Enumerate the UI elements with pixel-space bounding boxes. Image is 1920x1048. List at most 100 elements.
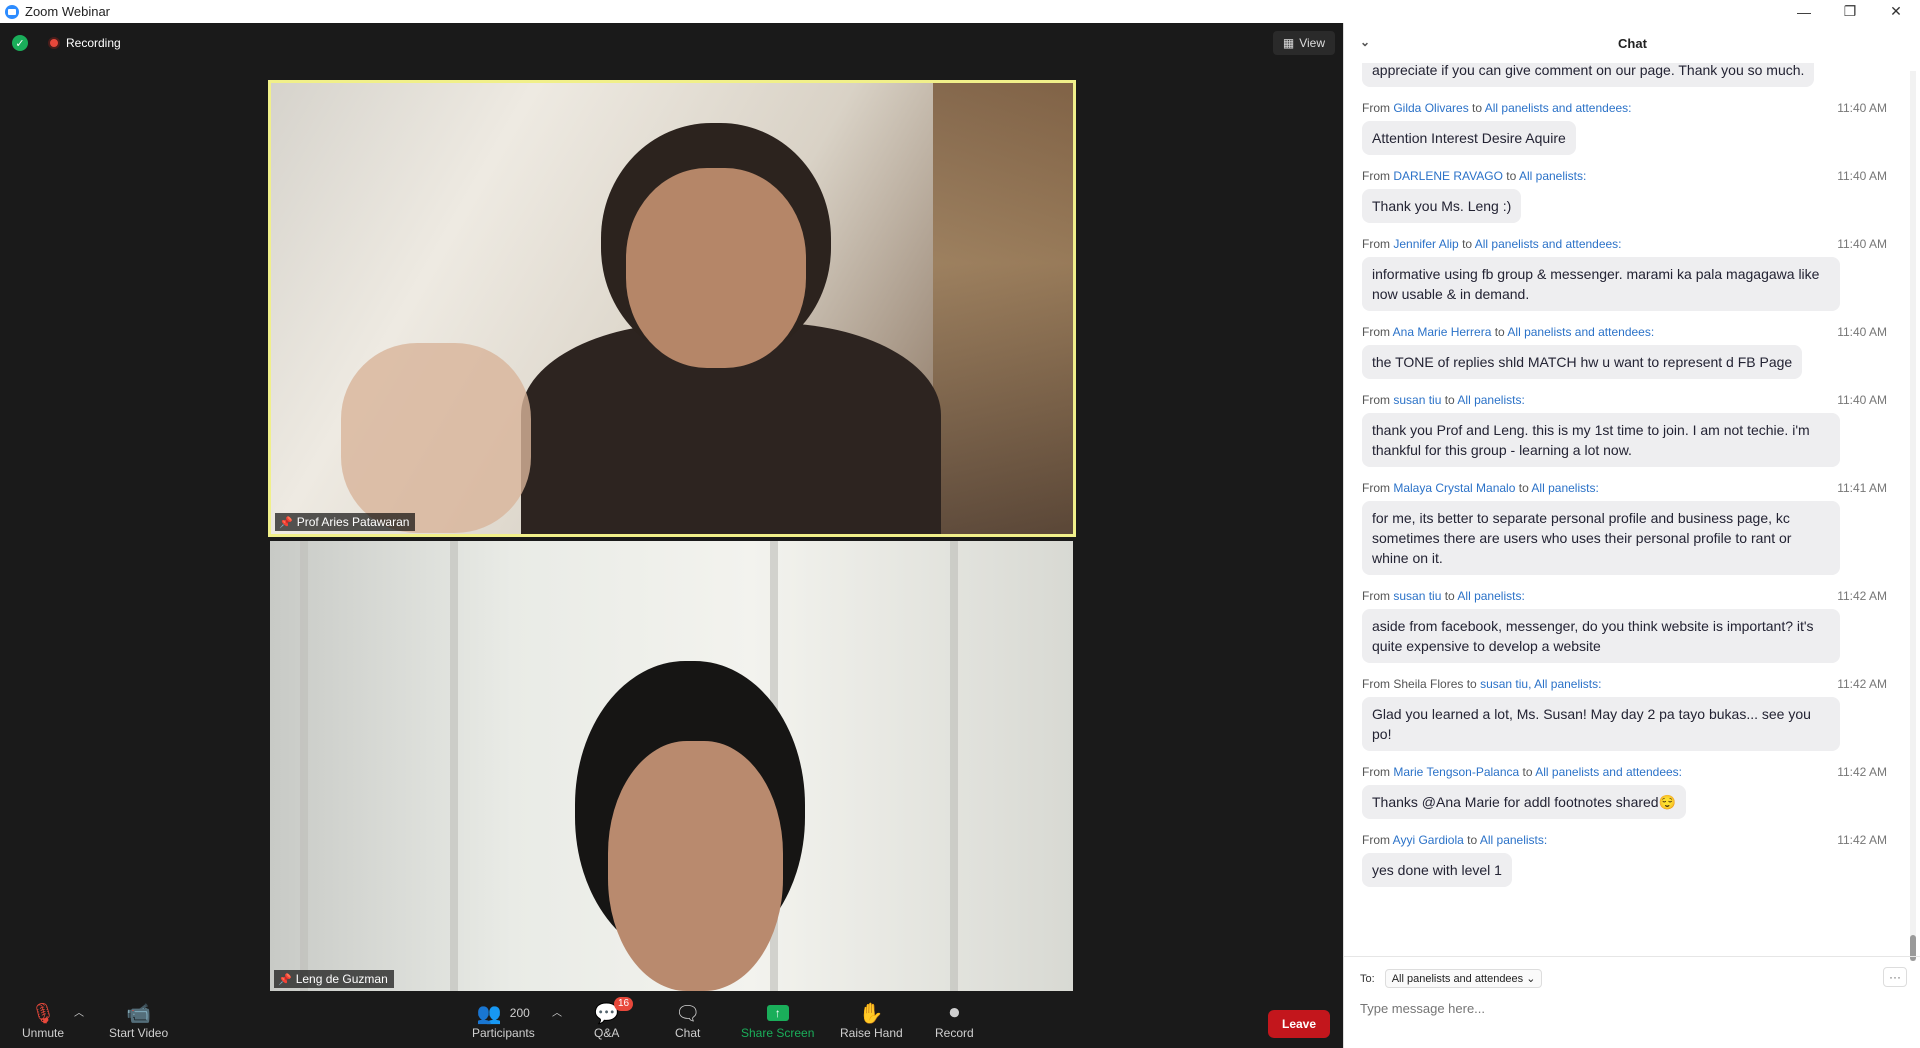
message-time: 11:42 AM [1837,833,1887,847]
recipient-name[interactable]: susan tiu, All panelists: [1480,677,1601,691]
chat-message-list[interactable]: appreciate if you can give comment on ou… [1344,63,1904,956]
qa-count-badge: 16 [614,997,634,1011]
record-button[interactable]: ⏺ Record [935,1000,974,1041]
sender-name[interactable]: DARLENE RAVAGO [1393,169,1503,183]
background-bookshelf [933,83,1073,534]
raise-hand-button[interactable]: ✋ Raise Hand [840,1000,903,1041]
chat-message: From Sheila Flores to susan tiu, All pan… [1344,675,1904,763]
record-icon: ⏺ [949,1001,960,1024]
recipient-name[interactable]: All panelists: [1457,589,1524,603]
message-bubble: Attention Interest Desire Aquire [1362,121,1576,155]
start-video-label: Start Video [109,1026,169,1040]
chat-message: From DARLENE RAVAGO to All panelists: 11:… [1344,167,1904,235]
chat-message: From susan tiu to All panelists: 11:42 AM… [1344,587,1904,675]
chat-message: From Ayyi Gardiola to All panelists: 11:4… [1344,831,1904,899]
chat-icon: 🗨 [675,1002,701,1025]
video-tile-active-speaker[interactable]: 📌 Prof Aries Patawaran [268,80,1076,537]
more-options-button[interactable]: ··· [1883,967,1907,987]
recipient-name[interactable]: All panelists and attendees: [1507,325,1654,339]
recipient-name[interactable]: All panelists and attendees: [1475,237,1622,251]
recipient-name[interactable]: All panelists and attendees: [1485,101,1632,115]
participant-face [608,741,783,991]
raise-hand-icon: ✋ [858,1002,884,1025]
to-word: to [1467,833,1478,847]
participants-options-chevron-icon[interactable]: ︿ [552,1004,562,1019]
curtain-fold [450,541,458,991]
sender-name[interactable]: Ayyi Gardiola [1393,833,1464,847]
chat-message: From Gilda Olivares to All panelists and… [1344,99,1904,167]
recipient-name[interactable]: All panelists: [1480,833,1547,847]
message-meta: From Ayyi Gardiola to All panelists: 11:4… [1362,831,1887,849]
message-bubble: thank you Prof and Leng. this is my 1st … [1362,413,1840,467]
unmute-label: Unmute [22,1026,65,1040]
share-screen-icon: ↑ [766,1005,789,1021]
meeting-area: ✓ Recording ▦ View 📌 Prof Aries Patawara… [0,23,1343,1048]
recipient-select[interactable]: All panelists and attendees ⌄ [1384,969,1543,988]
from-word: From [1362,325,1390,339]
chat-label: Chat [675,1026,701,1040]
close-button[interactable]: ✕ [1873,0,1919,23]
recording-indicator[interactable]: Recording [42,33,127,53]
recipient-name[interactable]: All panelists: [1457,393,1524,407]
message-bubble: appreciate if you can give comment on ou… [1362,63,1815,87]
message-meta: From Ana Marie Herrera to All panelists … [1362,323,1887,341]
start-video-button[interactable]: 📹 Start Video [109,1000,169,1041]
message-header: From Gilda Olivares to All panelists and… [1362,101,1632,115]
qa-button[interactable]: 💬 16 Q&A [594,997,634,1040]
minimize-button[interactable]: — [1781,0,1827,23]
share-screen-button[interactable]: ↑ Share Screen [741,1000,814,1040]
message-time: 11:40 AM [1837,169,1887,183]
chat-panel: ⌄ Chat appreciate if you can give commen… [1343,23,1920,1048]
participants-button[interactable]: 👥 200 Participants [472,1000,535,1041]
sender-name[interactable]: Marie Tengson-Palanca [1393,765,1519,779]
to-word: to [1506,169,1517,183]
message-bubble: informative using fb group & messenger. … [1362,257,1840,311]
sender-name[interactable]: Ana Marie Herrera [1393,325,1492,339]
participant-name: Prof Aries Patawaran [296,515,410,529]
to-word: to [1466,677,1477,691]
sender-name[interactable]: Sheila Flores [1393,677,1463,691]
collapse-chevron-icon[interactable]: ⌄ [1360,35,1370,49]
chat-scrollbar[interactable] [1910,71,1916,961]
chat-button[interactable]: 🗨 Chat [675,1000,701,1041]
message-input[interactable] [1360,997,1900,1019]
audio-options-chevron-icon[interactable]: ︿ [74,1004,84,1019]
message-header: From Ana Marie Herrera to All panelists … [1362,325,1654,339]
sender-name[interactable]: Jennifer Alip [1393,237,1458,251]
recipient-name[interactable]: All panelists and attendees: [1535,765,1682,779]
video-tile[interactable]: 📌 Leng de Guzman [270,541,1073,991]
recipient-name[interactable]: All panelists: [1519,169,1586,183]
participant-name-tag: 📌 Leng de Guzman [274,970,394,988]
to-word: to [1462,237,1473,251]
sender-name[interactable]: Gilda Olivares [1393,101,1468,115]
sender-name[interactable]: Malaya Crystal Manalo [1393,481,1515,495]
sender-name[interactable]: susan tiu [1393,589,1441,603]
message-meta: From susan tiu to All panelists: 11:42 AM [1362,587,1887,605]
restore-button[interactable]: ❐ [1827,0,1873,23]
message-time: 11:40 AM [1837,393,1887,407]
message-header: From Marie Tengson-Palanca to All paneli… [1362,765,1682,779]
participant-name-tag: 📌 Prof Aries Patawaran [275,513,416,531]
to-label: To: [1360,972,1375,985]
leave-button[interactable]: Leave [1268,1010,1330,1038]
chat-message: From Jennifer Alip to All panelists and … [1344,235,1904,323]
video-off-icon: 📹 [126,1002,152,1025]
from-word: From [1362,481,1390,495]
meeting-toolbar: 🎙 Unmute ︿ 📹 Start Video 👥 200 Participa… [0,994,1343,1048]
message-header: From susan tiu to All panelists: [1362,589,1525,603]
share-screen-label: Share Screen [741,1026,815,1040]
message-bubble: Thank you Ms. Leng :) [1362,189,1522,223]
sender-name[interactable]: susan tiu [1393,393,1441,407]
share-screen-icon-wrap: ↑ [766,1000,789,1026]
view-button[interactable]: ▦ View [1272,31,1335,55]
unmute-button[interactable]: 🎙 Unmute [22,1000,65,1041]
message-meta: From Gilda Olivares to All panelists and… [1362,99,1887,117]
from-word: From [1362,393,1390,407]
security-shield-icon[interactable]: ✓ [12,35,28,51]
from-word: From [1362,589,1390,603]
from-word: From [1362,833,1390,847]
recipient-name[interactable]: All panelists: [1531,481,1598,495]
from-word: From [1362,169,1390,183]
chat-header: ⌄ Chat [1344,23,1920,63]
to-word: to [1444,589,1455,603]
